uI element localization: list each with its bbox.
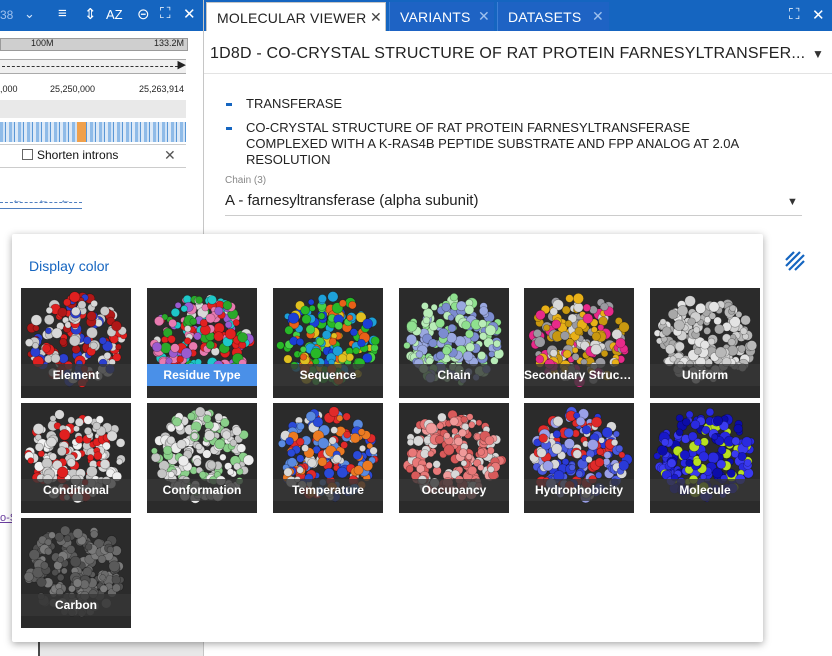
color-option-uniform[interactable]: Uniform <box>650 288 760 398</box>
arrow-right-icon: ▶ <box>177 59 186 71</box>
color-option-label: Residue Type <box>147 364 257 386</box>
tab-label: DATASETS <box>508 9 582 25</box>
ruler-label: 133.2M <box>154 38 185 48</box>
color-option-element[interactable]: Element <box>21 288 131 398</box>
color-option-chain[interactable]: Chain <box>399 288 509 398</box>
color-option-hydrophobicity[interactable]: Hydrophobicity <box>524 403 634 513</box>
color-option-temperature[interactable]: Temperature <box>273 403 383 513</box>
tab-bar: MOLECULAR VIEWER ✕ VARIANTS ✕ DATASETS ✕… <box>204 0 832 31</box>
color-option-label: Hydrophobicity <box>524 479 634 501</box>
tab-datasets[interactable]: DATASETS ✕ <box>497 2 609 31</box>
color-option-label: Chain <box>399 364 509 386</box>
close-icon[interactable]: ✕ <box>183 5 196 23</box>
tab-molecular-viewer[interactable]: MOLECULAR VIEWER ✕ <box>206 2 386 31</box>
chain-select-underline <box>225 215 802 216</box>
color-option-label: Conditional <box>21 479 131 501</box>
dropdown-arrow-icon[interactable]: ▼ <box>787 196 798 208</box>
scrollbar[interactable] <box>824 232 832 656</box>
sort-az-icon[interactable]: AZ <box>106 7 123 22</box>
transcript-track[interactable]: ← ← ← <box>0 194 82 209</box>
chain-select[interactable]: A - farnesyltransferase (alpha subunit) <box>225 192 478 209</box>
color-option-molecule[interactable]: Molecule <box>650 403 760 513</box>
line-height-icon[interactable]: ⇕ <box>84 5 97 23</box>
molecule-description-line: RESOLUTION <box>246 152 331 167</box>
filter-list-icon[interactable]: ≡ <box>58 5 67 22</box>
close-icon[interactable]: ✕ <box>812 6 825 24</box>
bullet-icon <box>226 127 232 130</box>
bullet-icon <box>226 103 232 106</box>
close-icon[interactable]: ✕ <box>370 9 382 26</box>
color-option-label: Secondary Structure <box>524 364 634 386</box>
coverage-track[interactable] <box>0 122 186 142</box>
fullscreen-icon[interactable]: ⛶ <box>160 5 171 22</box>
display-color-toggle-icon[interactable] <box>785 251 805 271</box>
chain-caption: Chain (3) <box>225 175 267 186</box>
color-option-label: Carbon <box>21 594 131 616</box>
tab-variants[interactable]: VARIANTS ✕ <box>389 2 494 31</box>
close-icon[interactable]: ✕ <box>164 147 176 164</box>
close-icon[interactable]: ✕ <box>478 8 490 25</box>
region-band <box>0 100 186 118</box>
tab-label: VARIANTS <box>400 9 471 25</box>
color-option-residue-type[interactable]: Residue Type <box>147 288 257 398</box>
molecule-title: 1D8D - CO-CRYSTAL STRUCTURE OF RAT PROTE… <box>210 45 806 62</box>
strand-direction-track: ▶ <box>0 59 186 74</box>
molecule-description-line: CO-CRYSTAL STRUCTURE OF RAT PROTEIN FARN… <box>246 120 690 135</box>
molecule-classification: TRANSFERASE <box>246 96 343 111</box>
color-option-conditional[interactable]: Conditional <box>21 403 131 513</box>
color-option-label: Element <box>21 364 131 386</box>
molecule-description-line: COMPLEXED WITH A K-RAS4B PEPTIDE SUBSTRA… <box>246 136 740 151</box>
molecule-selector[interactable]: 1D8D - CO-CRYSTAL STRUCTURE OF RAT PROTE… <box>204 37 832 74</box>
color-option-secondary-structure[interactable]: Secondary Structure <box>524 288 634 398</box>
color-option-label: Molecule <box>650 479 760 501</box>
chevron-down-icon[interactable]: ⌄ <box>24 6 35 22</box>
ruler-label: 100M <box>31 38 54 48</box>
coordinate-label: 25,250,000 <box>50 84 96 94</box>
color-option-label: Uniform <box>650 364 760 386</box>
color-option-occupancy[interactable]: Occupancy <box>399 403 509 513</box>
minus-circle-icon[interactable]: ⊝ <box>137 5 150 23</box>
popup-title: Display color <box>29 258 110 274</box>
color-option-label: Sequence <box>273 364 383 386</box>
genome-ruler[interactable]: 100M 133.2M <box>0 38 188 51</box>
fullscreen-icon[interactable]: ⛶ <box>789 6 800 23</box>
color-option-conformation[interactable]: Conformation <box>147 403 257 513</box>
toolbar-number: 38 <box>0 8 14 22</box>
genome-toolbar: 38 ⌄ ≡ ⇕ AZ ⊝ ⛶ ✕ <box>0 0 203 31</box>
dropdown-arrow-icon[interactable]: ▼ <box>812 47 824 61</box>
shorten-introns-checkbox[interactable] <box>22 149 33 160</box>
display-color-popup: Display color Element Residue Type Sequenc… <box>12 234 763 642</box>
introns-toolbar: Shorten introns ✕ <box>0 144 186 168</box>
coordinate-label: ,000 <box>0 84 18 94</box>
color-option-label: Conformation <box>147 479 257 501</box>
highlight-region <box>77 122 86 142</box>
color-option-label: Occupancy <box>399 479 509 501</box>
color-option-carbon[interactable]: Carbon <box>21 518 131 628</box>
close-icon[interactable]: ✕ <box>592 8 604 25</box>
coordinate-label: 25,263,914 <box>139 84 185 94</box>
color-option-sequence[interactable]: Sequence <box>273 288 383 398</box>
scroll-area <box>38 642 203 656</box>
shorten-introns-label: Shorten introns <box>37 148 119 162</box>
color-option-label: Temperature <box>273 479 383 501</box>
tab-label: MOLECULAR VIEWER <box>217 10 367 26</box>
